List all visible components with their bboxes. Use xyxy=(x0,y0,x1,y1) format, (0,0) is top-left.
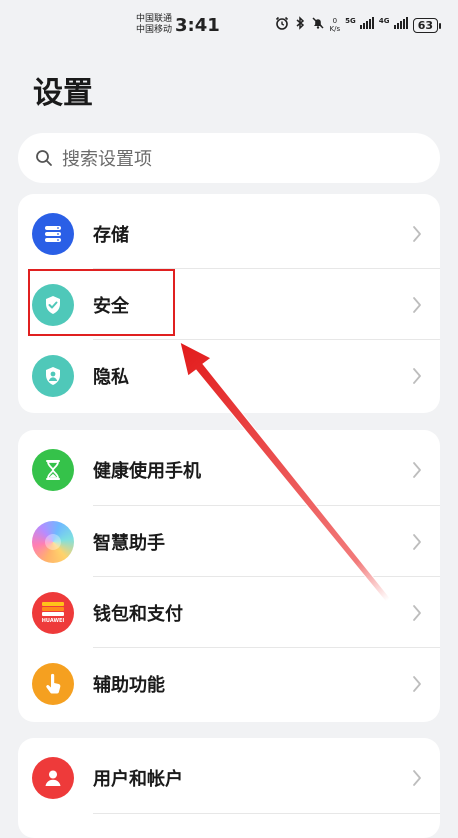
settings-group-accounts: 用户和帐户 xyxy=(18,738,440,838)
accessibility-hand-icon xyxy=(32,662,74,705)
net-speed-value: 0 xyxy=(332,17,338,25)
chevron-right-icon xyxy=(413,675,421,692)
chevron-right-icon xyxy=(413,367,421,384)
status-icons: 0 K/s 5G 4G 63 xyxy=(275,16,442,34)
net-gen-2: 4G xyxy=(378,17,390,25)
settings-item-label: 钱包和支付 xyxy=(93,603,183,625)
signal-4g: 4G xyxy=(379,17,408,33)
carrier-labels: 中国联通 中国移动 xyxy=(136,14,172,36)
network-speed: 0 K/s xyxy=(330,17,341,33)
chevron-right-icon xyxy=(413,296,421,313)
signal-5g: 5G xyxy=(345,17,374,33)
settings-item-label: 智慧助手 xyxy=(93,532,165,554)
settings-item-label: 健康使用手机 xyxy=(93,460,201,482)
chevron-right-icon xyxy=(413,604,421,621)
divider xyxy=(93,813,440,814)
privacy-icon xyxy=(32,354,74,397)
annotation-highlight-box xyxy=(28,269,175,336)
settings-item-accessibility[interactable]: 辅助功能 xyxy=(18,648,440,719)
alarm-icon xyxy=(275,16,289,34)
signal-bars-icon xyxy=(359,17,374,29)
search-icon xyxy=(36,150,52,166)
battery-indicator: 63 xyxy=(412,17,442,33)
settings-group-services: 健康使用手机 智慧助手 HUAWEI 钱包和支付 辅助功能 xyxy=(18,430,440,722)
settings-item-label: 存储 xyxy=(93,224,129,246)
settings-item-storage[interactable]: 存储 xyxy=(18,198,440,269)
chevron-right-icon xyxy=(413,769,421,786)
carrier-2: 中国移动 xyxy=(136,25,173,35)
user-icon xyxy=(32,756,74,799)
search-input[interactable]: 搜索设置项 xyxy=(18,133,440,183)
net-gen-1: 5G xyxy=(345,17,356,25)
chevron-right-icon xyxy=(413,225,421,242)
status-time: 3:41 xyxy=(175,15,220,36)
settings-item-users-accounts[interactable]: 用户和帐户 xyxy=(18,742,440,813)
carrier-1: 中国联通 xyxy=(136,14,173,24)
hourglass-icon xyxy=(32,448,74,491)
settings-item-label: 隐私 xyxy=(93,366,129,388)
search-placeholder: 搜索设置项 xyxy=(62,149,152,170)
settings-item-digital-balance[interactable]: 健康使用手机 xyxy=(18,434,440,505)
signal-bars-icon xyxy=(393,17,408,29)
settings-item-label: 用户和帐户 xyxy=(93,768,183,790)
settings-item-privacy[interactable]: 隐私 xyxy=(18,340,440,411)
settings-item-label: 辅助功能 xyxy=(93,674,165,696)
page-title: 设置 xyxy=(33,76,93,111)
net-speed-unit: K/s xyxy=(329,25,341,33)
bluetooth-icon xyxy=(294,16,306,34)
settings-item-wallet[interactable]: HUAWEI 钱包和支付 xyxy=(18,577,440,648)
assistant-icon xyxy=(32,520,74,563)
chevron-right-icon xyxy=(413,461,421,478)
mute-bell-icon xyxy=(311,16,325,34)
chevron-right-icon xyxy=(413,533,421,550)
settings-item-assistant[interactable]: 智慧助手 xyxy=(18,506,440,577)
status-bar: 中国联通 中国移动 3:41 0 K/s 5G 4G 63 xyxy=(0,0,458,52)
wallet-badge-text: HUAWEI xyxy=(41,618,65,624)
storage-icon xyxy=(32,212,74,255)
wallet-icon: HUAWEI xyxy=(32,591,74,634)
